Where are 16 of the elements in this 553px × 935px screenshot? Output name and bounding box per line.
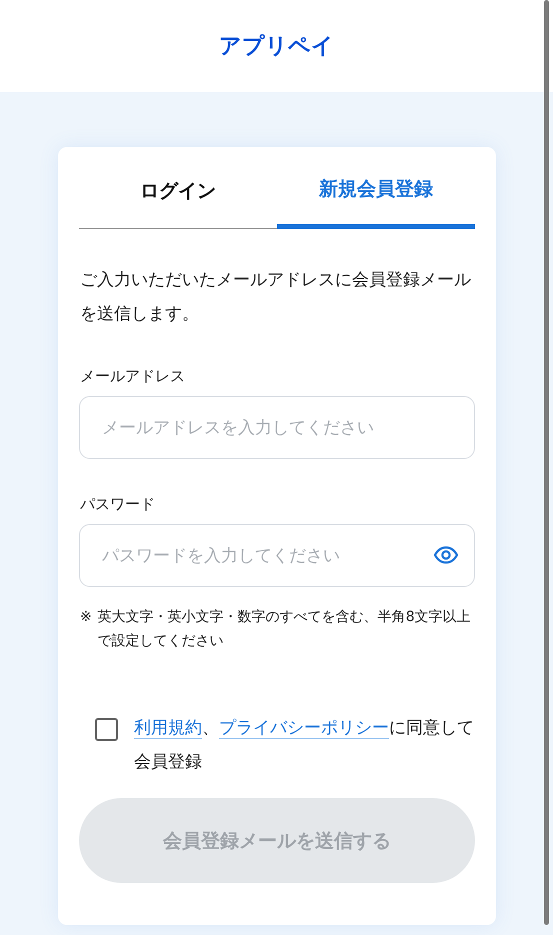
field-label: メールアドレス bbox=[80, 367, 186, 386]
field-label: パスワード bbox=[80, 495, 156, 514]
eye-icon[interactable] bbox=[433, 546, 459, 564]
terms-link[interactable]: プライバシーポリシー bbox=[219, 718, 389, 739]
password-hint: 英大文字・英小文字・数字のすべてを含む、半角8文字以上で設定してください bbox=[98, 608, 472, 651]
consent-checkbox[interactable] bbox=[95, 718, 118, 741]
input-field[interactable]: パスワードを入力してください bbox=[79, 524, 475, 587]
terms-link[interactable]: 利用規約 bbox=[134, 718, 202, 739]
tab[interactable]: 新規会員登録 bbox=[277, 147, 475, 229]
note-mark: ※ bbox=[80, 608, 92, 627]
intro-text: ご入力いただいたメールアドレスに会員登録メールを送信します。 bbox=[80, 269, 472, 326]
scrollbar[interactable] bbox=[544, 0, 549, 925]
app-logo: アプリペイ bbox=[219, 33, 334, 61]
input-field[interactable]: メールアドレスを入力してください bbox=[79, 396, 475, 459]
consent-text: 利用規約、プライバシーポリシーに同意して会員登録 bbox=[134, 717, 475, 774]
tab[interactable]: ログイン bbox=[79, 147, 277, 229]
